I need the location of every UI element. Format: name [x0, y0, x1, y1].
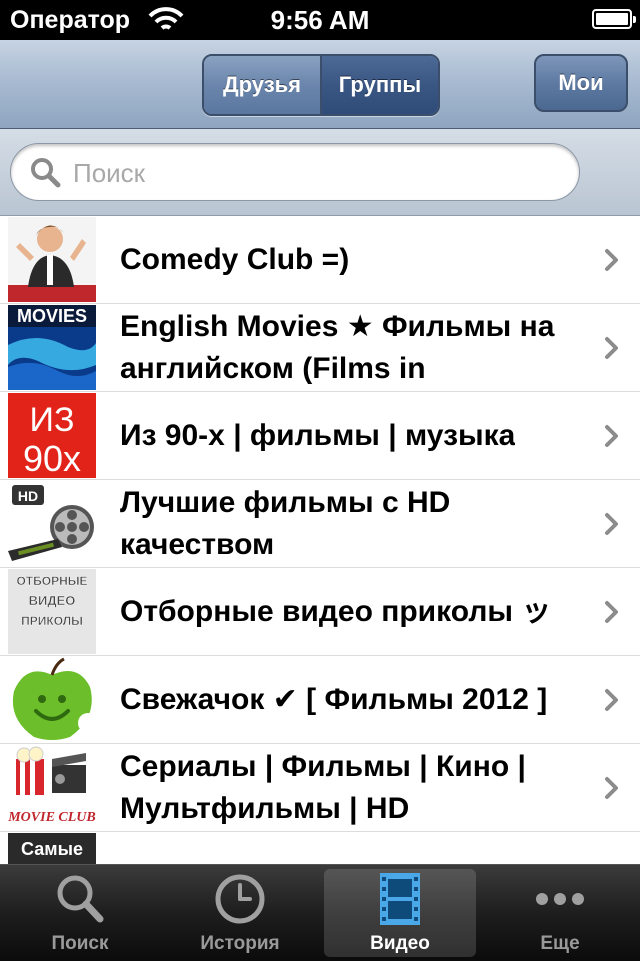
friends-groups-segmented-control: Друзья Группы — [202, 54, 440, 116]
battery-icon — [592, 9, 636, 29]
tab-bar: Поиск История Видео Еще — [0, 864, 640, 961]
tab-label: Поиск — [51, 933, 109, 954]
chevron-right-icon — [605, 425, 618, 447]
search-icon — [57, 875, 104, 923]
chevron-right-icon — [605, 689, 618, 711]
chevron-right-icon — [605, 513, 618, 535]
samye-thumbnail-text: Самые — [21, 839, 83, 859]
samye-thumbnail: Самые — [8, 833, 96, 864]
group-title: Лучшие фильмы с HD качеством — [120, 485, 451, 561]
green-apple-thumbnail — [8, 657, 96, 742]
segment-groups[interactable]: Группы — [322, 56, 438, 114]
search-icon — [31, 158, 61, 188]
otbor-line-1: ОТБОРНЫЕ — [16, 574, 87, 588]
search-field[interactable] — [10, 143, 580, 201]
my-button[interactable]: Мои — [534, 54, 628, 112]
chevron-right-icon — [605, 249, 618, 271]
comedy-club-thumbnail — [8, 217, 96, 302]
search-bar — [0, 129, 640, 216]
list-item[interactable]: MOVIES English Movies ★ Фильмы на англий… — [0, 304, 640, 392]
list-item[interactable]: HD Лучшие фильмы с HD качеством — [0, 480, 640, 568]
tab-history[interactable]: История — [160, 865, 320, 961]
film-strip-icon — [380, 873, 420, 925]
list-item[interactable]: Самые — [0, 832, 640, 864]
otbor-line-3: ПРИКОЛЫ — [21, 614, 83, 628]
group-title: Отборные видео приколы ッ — [120, 594, 552, 628]
clock-icon — [215, 874, 265, 924]
movie-club-thumbnail: MOVIE CLUB — [8, 745, 96, 830]
movies-thumbnail: MOVIES — [8, 305, 96, 390]
iz-year-thumbnail-text: 90х — [23, 438, 81, 478]
list-item[interactable]: Comedy Club =) — [0, 216, 640, 304]
group-title: English Movies ★ Фильмы на английском (F… — [120, 309, 555, 385]
iz-90x-thumbnail: ИЗ 90х — [8, 393, 96, 478]
status-bar: Оператор 9:56 AM — [0, 0, 640, 40]
tab-label: История — [200, 933, 280, 954]
tab-label: Еще — [540, 933, 580, 954]
group-list: Comedy Club =) MOVIES English Movies ★ Ф… — [0, 216, 640, 864]
movie-club-thumbnail-text: MOVIE CLUB — [8, 810, 96, 825]
list-item[interactable]: ОТБОРНЫЕ ВИДЕО ПРИКОЛЫ Отборные видео пр… — [0, 568, 640, 656]
group-title: Comedy Club =) — [120, 242, 350, 276]
list-item[interactable]: MOVIE CLUB Сериалы | Фильмы | Кино | Мул… — [0, 744, 640, 832]
hd-thumbnail-text: HD — [18, 488, 38, 504]
otbornye-video-prikoly-thumbnail: ОТБОРНЫЕ ВИДЕО ПРИКОЛЫ — [8, 569, 96, 654]
tab-search[interactable]: Поиск — [0, 865, 160, 961]
chevron-right-icon — [605, 601, 618, 623]
chevron-right-icon — [605, 777, 618, 799]
group-title: Свежачок ✔ [ Фильмы 2012 ] — [120, 682, 548, 716]
otbor-line-2: ВИДЕО — [29, 593, 76, 608]
navigation-bar: Друзья Группы Мои — [0, 40, 640, 129]
movies-thumbnail-text: MOVIES — [17, 306, 87, 326]
more-dots-icon — [536, 893, 584, 905]
segment-friends[interactable]: Друзья — [204, 56, 322, 114]
tab-video[interactable]: Видео — [320, 865, 480, 961]
group-title: Из 90-х | фильмы | музыка — [120, 418, 516, 452]
group-title: Сериалы | Фильмы | Кино | Мультфильмы | … — [120, 749, 526, 825]
clock-time: 9:56 AM — [270, 5, 370, 35]
list-item[interactable]: ИЗ 90х Из 90-х | фильмы | музыка — [0, 392, 640, 480]
tab-label: Видео — [370, 933, 430, 954]
iz-thumbnail-text: ИЗ — [30, 401, 75, 439]
search-input[interactable] — [71, 154, 565, 192]
chevron-right-icon — [605, 337, 618, 359]
hd-film-reel-thumbnail: HD — [8, 481, 96, 566]
tab-more[interactable]: Еще — [480, 865, 640, 961]
list-item[interactable]: Свежачок ✔ [ Фильмы 2012 ] — [0, 656, 640, 744]
